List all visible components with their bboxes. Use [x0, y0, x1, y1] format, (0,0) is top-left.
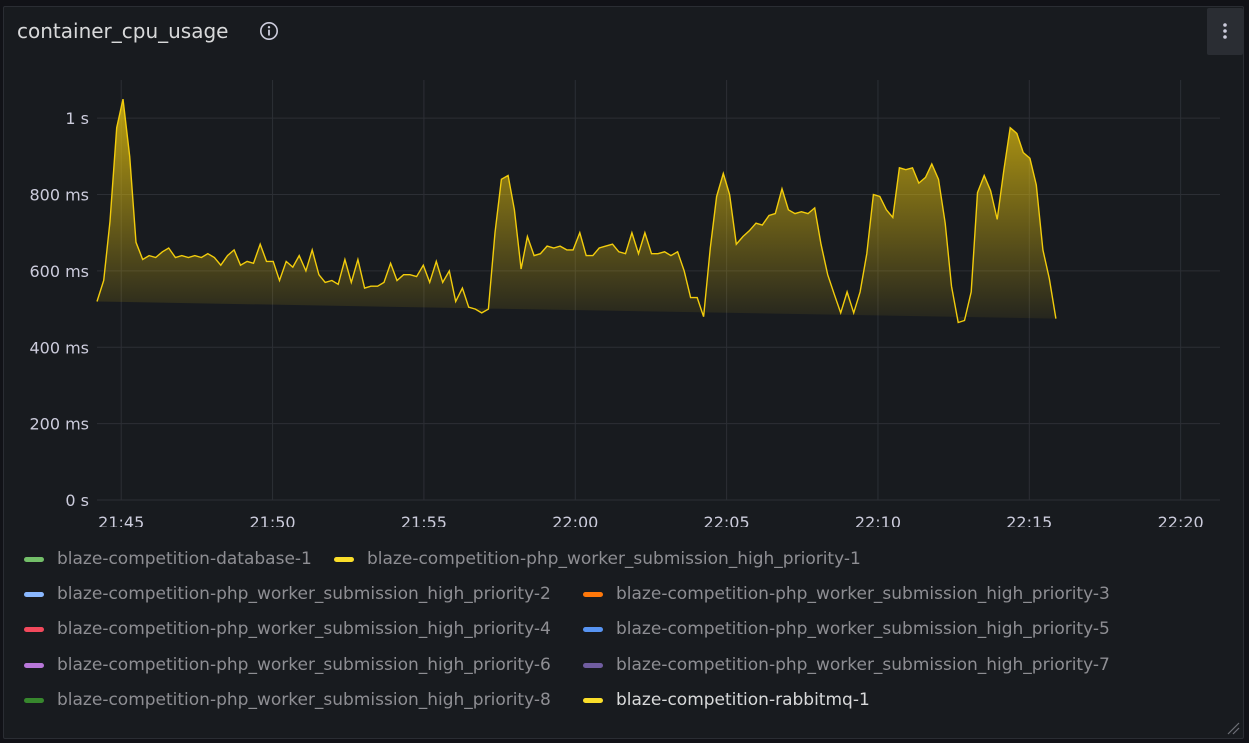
x-tick-label: 22:00	[552, 513, 598, 527]
legend-swatch	[334, 556, 354, 562]
x-tick-label: 22:10	[855, 513, 901, 527]
y-tick-label: 0 s	[65, 491, 89, 510]
x-axis: 21:45 21:50 21:55 22:00 22:05 22:10 22:15 22:20	[98, 513, 1204, 527]
y-tick-label: 200 ms	[29, 415, 89, 434]
x-tick-label: 21:55	[401, 513, 447, 527]
legend-label: blaze-competition-php_worker_submission_…	[57, 655, 551, 675]
legend-item-high-priority-4[interactable]: blaze-competition-php_worker_submission_…	[24, 617, 551, 641]
resize-handle-icon[interactable]	[1226, 721, 1240, 735]
legend-swatch	[583, 626, 603, 632]
x-tick-label: 21:50	[250, 513, 296, 527]
legend-item-high-priority-1[interactable]: blaze-competition-php_worker_submission_…	[334, 547, 861, 571]
x-tick-label: 22:05	[704, 513, 750, 527]
x-tick-label: 22:15	[1006, 513, 1052, 527]
legend-label: blaze-competition-rabbitmq-1	[616, 690, 870, 710]
legend-label: blaze-competition-php_worker_submission_…	[616, 655, 1110, 675]
legend-item-high-priority-6[interactable]: blaze-competition-php_worker_submission_…	[24, 653, 551, 677]
cpu-usage-chart: 0 s 200 ms 400 ms 600 ms 800 ms 1 s 21:45 21:5…	[29, 80, 1220, 527]
legend-swatch	[24, 626, 44, 632]
legend-swatch	[583, 662, 603, 668]
legend-item-high-priority-7[interactable]: blaze-competition-php_worker_submission_…	[583, 653, 1110, 677]
legend-label: blaze-competition-php_worker_submission_…	[367, 549, 861, 569]
y-tick-label: 1 s	[65, 109, 89, 128]
legend-swatch	[24, 697, 44, 703]
y-tick-label: 400 ms	[29, 338, 89, 357]
legend-swatch	[24, 591, 44, 597]
panel: container_cpu_usage 0 s 200 ms 400 ms 600 m	[3, 6, 1244, 739]
legend-item-rabbitmq-1[interactable]: blaze-competition-rabbitmq-1	[583, 688, 870, 712]
legend-swatch	[24, 556, 44, 562]
legend-label: blaze-competition-php_worker_submission_…	[616, 584, 1110, 604]
legend-swatch	[583, 591, 603, 597]
legend-swatch	[583, 697, 603, 703]
legend-label: blaze-competition-database-1	[57, 549, 312, 569]
legend-item-database-1[interactable]: blaze-competition-database-1	[24, 547, 312, 571]
legend-label: blaze-competition-php_worker_submission_…	[57, 584, 551, 604]
y-tick-label: 800 ms	[29, 186, 89, 205]
legend-item-high-priority-2[interactable]: blaze-competition-php_worker_submission_…	[24, 582, 551, 606]
legend-item-high-priority-5[interactable]: blaze-competition-php_worker_submission_…	[583, 617, 1110, 641]
y-axis: 0 s 200 ms 400 ms 600 ms 800 ms 1 s	[29, 109, 89, 510]
legend-item-high-priority-8[interactable]: blaze-competition-php_worker_submission_…	[24, 688, 551, 712]
legend-swatch	[24, 662, 44, 668]
legend-label: blaze-competition-php_worker_submission_…	[57, 619, 551, 639]
legend-label: blaze-competition-php_worker_submission_…	[616, 619, 1110, 639]
legend-label: blaze-competition-php_worker_submission_…	[57, 690, 551, 710]
legend-item-high-priority-3[interactable]: blaze-competition-php_worker_submission_…	[583, 582, 1110, 606]
series-area-rabbitmq-1	[97, 99, 1056, 323]
y-tick-label: 600 ms	[29, 262, 89, 281]
x-tick-label: 22:20	[1158, 513, 1204, 527]
x-tick-label: 21:45	[98, 513, 144, 527]
